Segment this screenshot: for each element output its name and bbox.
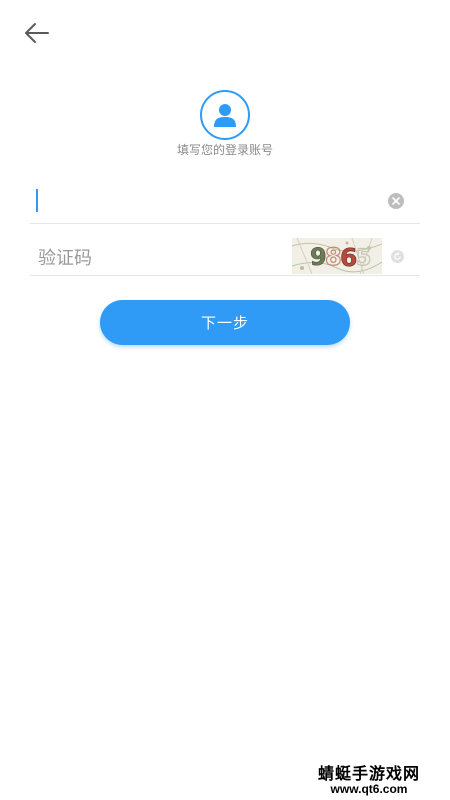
back-button[interactable] [22, 18, 52, 48]
user-icon [214, 104, 236, 127]
clear-button[interactable] [388, 193, 404, 209]
watermark: 蜻蜓手游戏网 www.qt6.com [304, 765, 434, 796]
arrow-left-icon [25, 23, 49, 43]
account-input[interactable] [40, 183, 374, 221]
avatar [200, 90, 250, 140]
page-subtitle: 填写您的登录账号 [176, 143, 273, 157]
forgot-password-page: 填写您的登录账号 9 8 6 5 [0, 0, 450, 800]
next-step-button[interactable]: 下一步 [100, 300, 350, 345]
clear-x-icon [392, 197, 400, 205]
captcha-char-3: 6 [340, 243, 357, 272]
captcha-field-row: 9 8 6 5 [30, 231, 420, 277]
watermark-url: www.qt6.com [330, 781, 408, 796]
account-field-row [30, 179, 420, 224]
text-cursor [36, 189, 38, 212]
refresh-captcha-button[interactable] [391, 250, 404, 263]
watermark-name: 蜻蜓手游戏网 [317, 764, 420, 784]
refresh-icon [394, 252, 401, 260]
captcha-image[interactable]: 9 8 6 5 [292, 238, 382, 274]
captcha-char-4: 5 [356, 246, 371, 271]
captcha-input[interactable] [36, 239, 280, 277]
captcha-noise: 9 8 6 5 [292, 238, 382, 274]
